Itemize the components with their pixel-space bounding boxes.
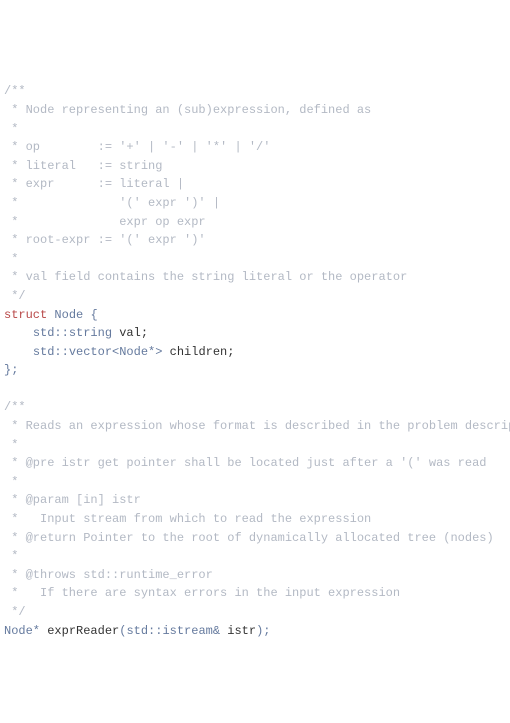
paren-close: ); [256,624,270,638]
comment-line: /** [4,400,26,414]
comment-line: * [4,122,18,136]
comment-line: * literal := string [4,159,162,173]
function-name: exprReader [47,624,119,638]
brace-close: }; [4,363,18,377]
return-type: Node* [4,624,47,638]
type-string: std::string [33,326,112,340]
field-children: children; [162,345,234,359]
comment-line: * Node representing an (sub)expression, … [4,103,371,117]
param-type: std::istream& [126,624,220,638]
indent [4,345,33,359]
comment-line: * Input stream from which to read the ex… [4,512,371,526]
param-name: istr [220,624,256,638]
comment-line: */ [4,289,26,303]
comment-line: * expr op expr [4,215,206,229]
comment-line: */ [4,605,26,619]
comment-line: * '(' expr ')' | [4,196,220,210]
comment-line: * root-expr := '(' expr ')' [4,233,206,247]
comment-line: /** [4,84,26,98]
keyword-struct: struct [4,308,47,322]
field-children-line: std::vector<Node*> children; [4,345,234,359]
comment-line: * @pre istr get pointer shall be located… [4,456,486,470]
comment-line: * @return Pointer to the root of dynamic… [4,531,494,545]
comment-line: * [4,438,18,452]
comment-line: * If there are syntax errors in the inpu… [4,586,400,600]
type-vector: std::vector<Node*> [33,345,163,359]
field-val-line: std::string val; [4,326,148,340]
comment-line: * val field contains the string literal … [4,270,407,284]
field-val: val; [112,326,148,340]
comment-line: * @throws std::runtime_error [4,568,213,582]
comment-line: * [4,475,18,489]
comment-line: * expr := literal | [4,177,184,191]
struct-name: Node [47,308,90,322]
comment-line: * Reads an expression whose format is de… [4,419,510,433]
comment-line: * [4,252,18,266]
paren-open: ( [119,624,126,638]
comment-line: * op := '+' | '-' | '*' | '/' [4,140,270,154]
comment-line: * @param [in] istr [4,493,141,507]
indent [4,326,33,340]
comment-line: * [4,549,18,563]
brace-open: { [90,308,97,322]
struct-decl-line: struct Node { [4,308,98,322]
function-decl-line: Node* exprReader(std::istream& istr); [4,624,270,638]
